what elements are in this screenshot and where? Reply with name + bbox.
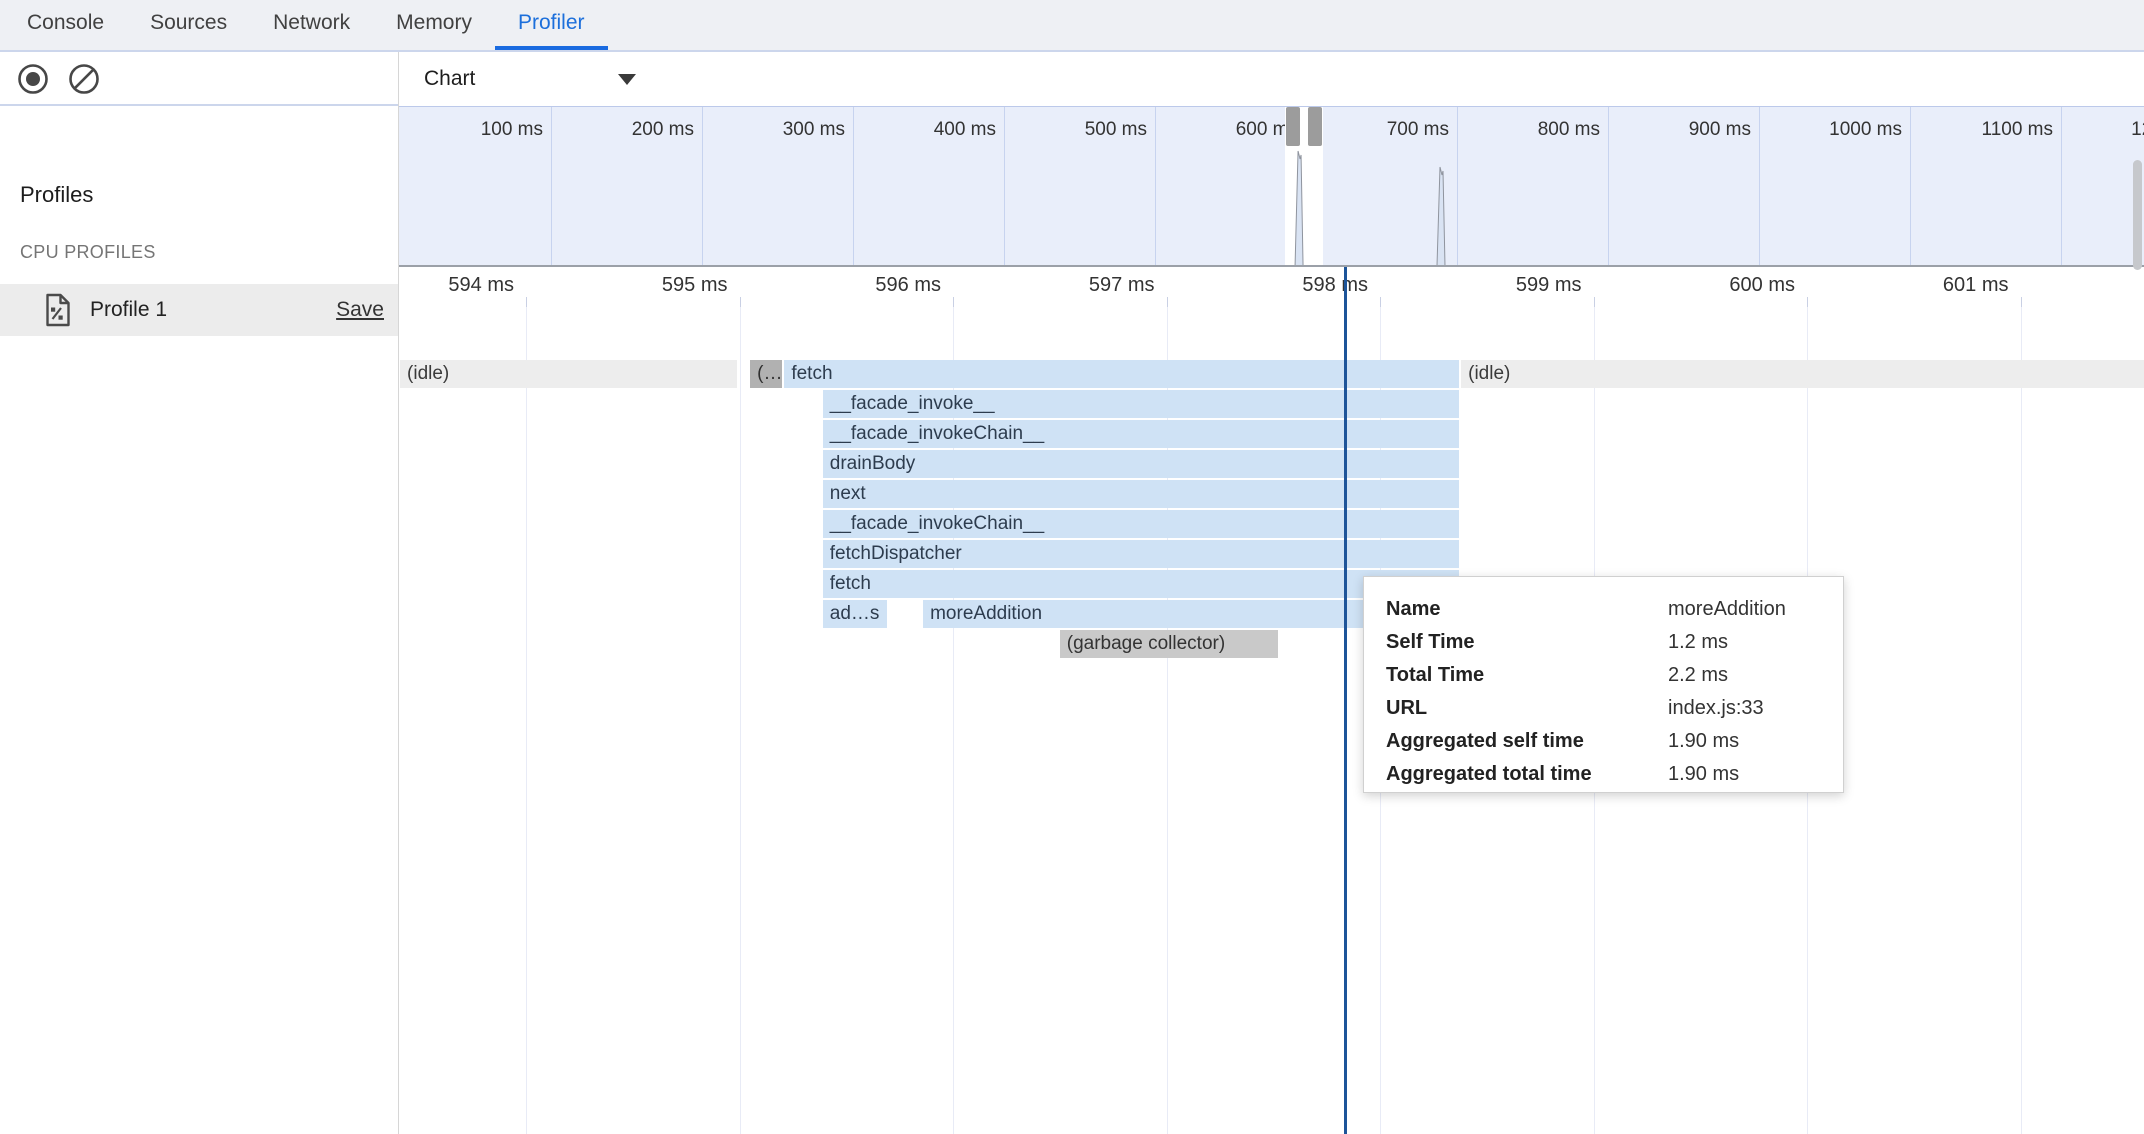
tooltip-row-value: 1.90 ms xyxy=(1668,763,1739,786)
main-toolbar: Chart xyxy=(399,52,2144,106)
cpu-profiles-section-label: CPU PROFILES xyxy=(20,242,156,263)
flame-block-fetch[interactable]: fetch xyxy=(784,360,1459,388)
devtools-window: ConsoleSourcesNetworkMemoryProfiler Prof… xyxy=(0,0,2144,1134)
flame-tick-mark xyxy=(1594,297,1595,307)
selection-handle-left[interactable] xyxy=(1286,107,1300,146)
flame-tick-label: 601 ms xyxy=(1879,274,2009,297)
flame-tick-mark xyxy=(2021,297,2022,307)
playhead-marker-line xyxy=(1344,267,1347,1134)
flame-block--idle-[interactable]: (idle) xyxy=(1461,360,2144,388)
tooltip-row-label: Self Time xyxy=(1386,631,1668,654)
tab-memory[interactable]: Memory xyxy=(373,0,495,50)
tooltip-row-label: URL xyxy=(1386,697,1668,720)
profiles-heading: Profiles xyxy=(20,182,93,208)
flame-block-next[interactable]: next xyxy=(823,480,1459,508)
flame-tick-mark xyxy=(1807,297,1808,307)
profile-name: Profile 1 xyxy=(90,298,336,322)
cpu-activity-spikes xyxy=(399,107,2144,266)
tooltip-row: Aggregated total time1.90 ms xyxy=(1386,758,1821,791)
tab-profiler[interactable]: Profiler xyxy=(495,0,608,50)
flame-chart: (idle)(…fetch(idle)__facade_invoke____fa… xyxy=(399,307,2144,1134)
tooltip-row: Total Time2.2 ms xyxy=(1386,659,1821,692)
flame-chart-ruler: 594 ms 595 ms 596 ms 597 ms 598 ms 599 ms 600 … xyxy=(399,267,2144,307)
sidebar-toolbar xyxy=(0,54,398,106)
tooltip-row-value: 2.2 ms xyxy=(1668,664,1728,687)
tab-console[interactable]: Console xyxy=(4,0,127,50)
flame-tick-label: 598 ms xyxy=(1238,274,1368,297)
flame-tick-mark xyxy=(740,297,741,307)
chevron-down-icon xyxy=(618,74,636,85)
frame-details-tooltip: NamemoreAdditionSelf Time1.2 msTotal Tim… xyxy=(1363,576,1844,793)
flame-block--facade-invokechain-[interactable]: __facade_invokeChain__ xyxy=(823,510,1459,538)
flame-tick-label: 600 ms xyxy=(1665,274,1795,297)
tooltip-row-label: Total Time xyxy=(1386,664,1668,687)
tooltip-row-value: index.js:33 xyxy=(1668,697,1764,720)
flame-block--[interactable]: (… xyxy=(750,360,782,388)
clear-button[interactable] xyxy=(65,60,103,98)
flame-block--facade-invokechain-[interactable]: __facade_invokeChain__ xyxy=(823,420,1459,448)
flame-gridline xyxy=(740,307,741,1134)
flame-gridline xyxy=(526,307,527,1134)
tooltip-row: URLindex.js:33 xyxy=(1386,692,1821,725)
flame-tick-label: 596 ms xyxy=(811,274,941,297)
view-mode-value: Chart xyxy=(424,67,475,91)
tooltip-row: Aggregated self time1.90 ms xyxy=(1386,725,1821,758)
recording-overview[interactable]: 100 ms200 ms300 ms400 ms500 ms600 ms700 … xyxy=(399,106,2144,267)
view-mode-dropdown[interactable]: Chart xyxy=(424,52,639,106)
flame-block--idle-[interactable]: (idle) xyxy=(400,360,737,388)
flame-tick-label: 597 ms xyxy=(1025,274,1155,297)
flame-tick-mark xyxy=(1167,297,1168,307)
flame-block--facade-invoke-[interactable]: __facade_invoke__ xyxy=(823,390,1459,418)
tab-network[interactable]: Network xyxy=(250,0,373,50)
sidebar-item-profile-1[interactable]: Profile 1 Save xyxy=(0,284,398,336)
tooltip-row-value: 1.90 ms xyxy=(1668,730,1739,753)
tooltip-row-value: moreAddition xyxy=(1668,598,1786,621)
tooltip-row-label: Name xyxy=(1386,598,1668,621)
flame-tick-mark xyxy=(1380,297,1381,307)
flame-tick-label: 595 ms xyxy=(598,274,728,297)
profile-document-icon xyxy=(44,293,72,327)
save-profile-link[interactable]: Save xyxy=(336,298,384,322)
flame-block-fetchdispatcher[interactable]: fetchDispatcher xyxy=(823,540,1459,568)
flame-block-drainbody[interactable]: drainBody xyxy=(823,450,1459,478)
tooltip-row: NamemoreAddition xyxy=(1386,593,1821,626)
flame-tick-mark xyxy=(526,297,527,307)
clear-icon xyxy=(66,61,102,97)
flame-tick-label: 594 ms xyxy=(399,274,514,297)
flame-block--garbage-collector-[interactable]: (garbage collector) xyxy=(1060,630,1278,658)
devtools-tabbar: ConsoleSourcesNetworkMemoryProfiler xyxy=(0,0,2144,52)
flame-block-moreaddition[interactable]: moreAddition xyxy=(923,600,1378,628)
selection-handle-right[interactable] xyxy=(1308,107,1322,146)
record-button[interactable] xyxy=(14,60,52,98)
profiler-main-panel: Chart 100 ms200 ms300 ms400 ms500 ms600 … xyxy=(399,52,2144,1134)
flame-block-ad-s[interactable]: ad…s xyxy=(823,600,887,628)
record-icon xyxy=(15,61,51,97)
flame-tick-mark xyxy=(953,297,954,307)
tooltip-row-label: Aggregated total time xyxy=(1386,763,1668,786)
flame-gridline xyxy=(2021,307,2022,1134)
tooltip-row-value: 1.2 ms xyxy=(1668,631,1728,654)
profiler-sidebar: Profiles CPU PROFILES Profile 1 Save xyxy=(0,52,399,1134)
tooltip-row: Self Time1.2 ms xyxy=(1386,626,1821,659)
flame-tick-label: 599 ms xyxy=(1452,274,1582,297)
vertical-scrollbar-thumb[interactable] xyxy=(2133,160,2142,270)
tooltip-row-label: Aggregated self time xyxy=(1386,730,1668,753)
tab-sources[interactable]: Sources xyxy=(127,0,250,50)
